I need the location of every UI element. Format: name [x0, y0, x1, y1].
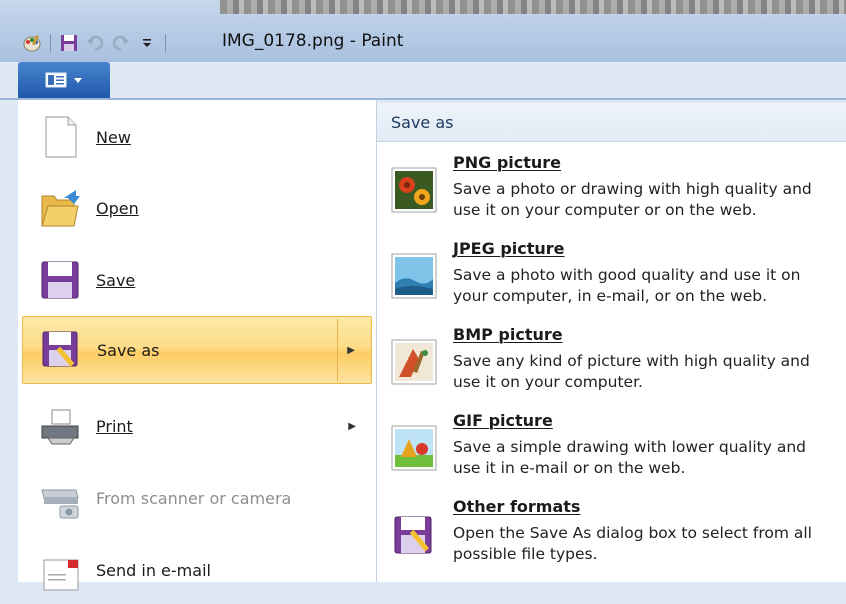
submenu-header: Save as — [377, 103, 846, 142]
desktop-background-strip — [220, 0, 846, 14]
other-formats-icon — [391, 511, 437, 557]
split-divider — [337, 319, 338, 381]
submenu-arrow-icon: ▶ — [348, 420, 356, 432]
submenu-title: Save as — [391, 113, 454, 132]
save-as-option-title: GIF picture — [453, 411, 553, 430]
menu-item-label: Save as — [97, 340, 160, 360]
save-as-option-description: Save a photo with good quality and use i… — [453, 266, 801, 305]
window-title: IMG_0178.png - Paint — [222, 31, 404, 51]
save-as-png[interactable]: PNG picture Save a photo or drawing with… — [377, 153, 846, 239]
undo-icon[interactable] — [85, 33, 105, 53]
save-as-option-title: BMP picture — [453, 325, 563, 344]
save-icon[interactable] — [59, 33, 79, 53]
menu-item-label: Open — [96, 198, 139, 218]
save-icon — [38, 258, 82, 302]
customize-qat-icon[interactable] — [137, 33, 157, 53]
menu-item-label: Save — [96, 270, 136, 290]
save-as-gif[interactable]: GIF picture Save a simple drawing with l… — [377, 411, 846, 497]
save-as-jpeg[interactable]: JPEG picture Save a photo with good qual… — [377, 239, 846, 325]
save-as-option-description: Save any kind of picture with high quali… — [453, 352, 810, 391]
app-menu-icon — [45, 72, 67, 88]
menu-item-print[interactable]: Print ▶ — [22, 392, 372, 460]
new-document-icon — [38, 115, 82, 159]
menu-item-label: New — [96, 127, 131, 147]
menu-item-save-as[interactable]: Save as ▶ — [22, 316, 372, 384]
file-menu: New Open Save Save as ▶ Print ▶ From sca… — [18, 100, 377, 591]
save-as-option-description: Save a simple drawing with lower quality… — [453, 438, 806, 477]
paint-menu-button[interactable] — [18, 62, 110, 98]
png-icon — [391, 167, 437, 213]
menu-item-open[interactable]: Open — [22, 174, 372, 242]
save-as-option-title: PNG picture — [453, 153, 562, 172]
chevron-down-icon — [74, 78, 82, 83]
redo-icon[interactable] — [111, 33, 131, 53]
save-as-bmp[interactable]: BMP picture Save any kind of picture wit… — [377, 325, 846, 411]
menu-item-send-email[interactable]: Send in e-mail — [22, 536, 372, 604]
paint-app-icon[interactable] — [22, 33, 42, 53]
email-icon — [38, 548, 82, 592]
save-as-option-title: Other formats — [453, 497, 581, 516]
toolbar-separator — [165, 34, 166, 52]
gif-icon — [391, 425, 437, 471]
scanner-icon — [38, 476, 82, 520]
save-as-option-description: Save a photo or drawing with high qualit… — [453, 180, 812, 219]
open-folder-icon — [38, 186, 82, 230]
save-as-other-formats[interactable]: Other formats Open the Save As dialog bo… — [377, 497, 846, 583]
menu-item-label: Send in e-mail — [96, 560, 211, 580]
save-as-option-description: Open the Save As dialog box to select fr… — [453, 524, 812, 563]
menu-item-label: From scanner or camera — [96, 488, 292, 508]
menu-item-new[interactable]: New — [22, 103, 372, 171]
quick-access-toolbar — [22, 30, 168, 56]
menu-item-label: Print — [96, 416, 133, 436]
submenu-arrow-icon[interactable]: ▶ — [347, 345, 355, 356]
menu-item-save[interactable]: Save — [22, 246, 372, 314]
menu-item-from-scanner: From scanner or camera — [22, 464, 372, 532]
save-as-icon — [39, 328, 83, 372]
save-as-option-title: JPEG picture — [453, 239, 565, 258]
save-as-submenu: Save as PNG picture Save a photo or draw… — [376, 103, 846, 582]
printer-icon — [38, 404, 82, 448]
bmp-icon — [391, 339, 437, 385]
toolbar-separator — [50, 34, 51, 52]
jpeg-icon — [391, 253, 437, 299]
title-bar: IMG_0178.png - Paint — [0, 0, 846, 62]
